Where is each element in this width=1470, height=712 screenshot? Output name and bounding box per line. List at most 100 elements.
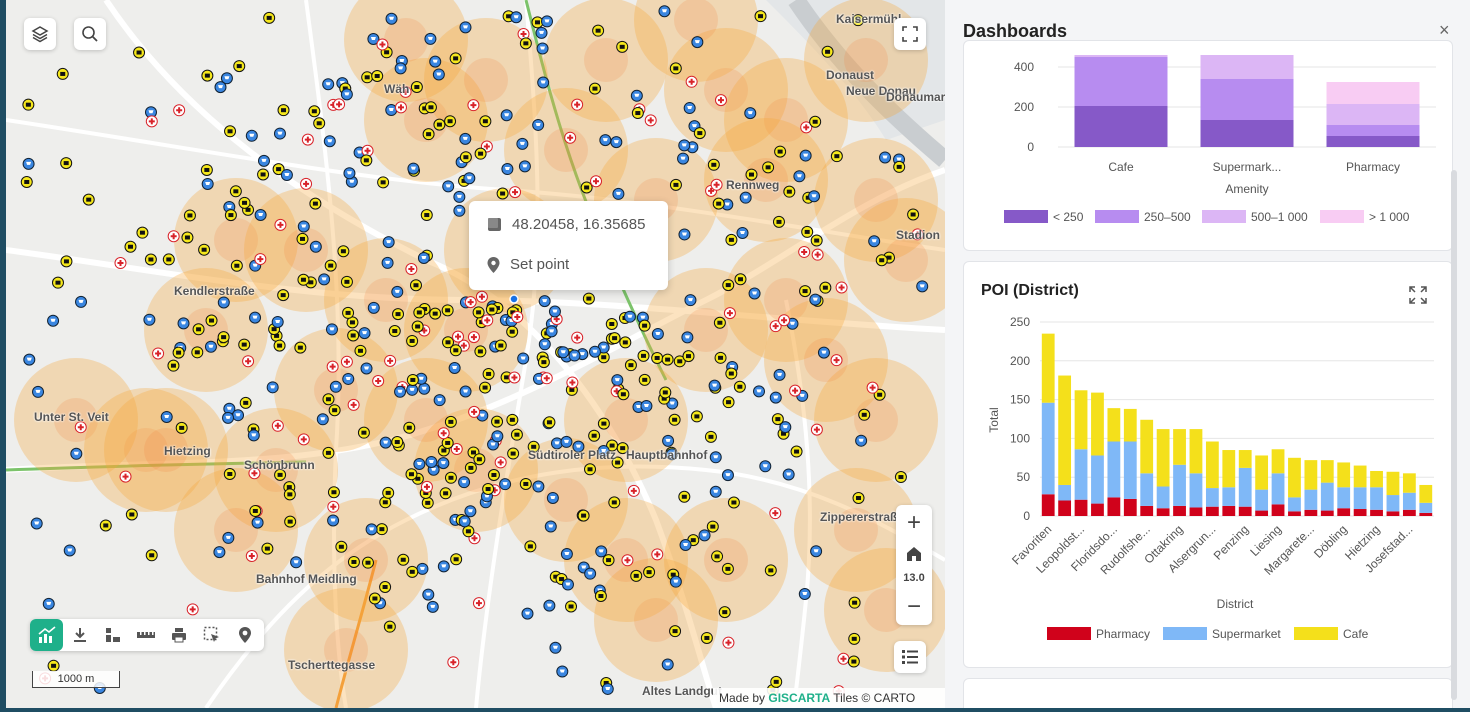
cafe-icon	[400, 557, 406, 562]
map-label: Bahnhof Meidling	[256, 572, 357, 586]
fullscreen-button[interactable]	[894, 18, 926, 50]
bar-segment	[1205, 506, 1219, 516]
cafe-icon	[166, 257, 172, 262]
legend-label: > 1 000	[1369, 210, 1410, 224]
search-button[interactable]	[74, 18, 106, 50]
cafe-icon	[725, 566, 731, 571]
cafe-icon	[523, 41, 529, 46]
cafe-icon	[814, 238, 820, 243]
cafe-icon	[494, 419, 500, 424]
map-label: Unter St. Veit	[34, 410, 109, 424]
cafe-icon	[509, 329, 515, 334]
cafe-icon	[856, 496, 862, 501]
cafe-icon	[482, 119, 488, 124]
layers-button[interactable]	[24, 18, 56, 50]
cafe-icon	[586, 296, 592, 301]
location-button[interactable]	[228, 619, 261, 651]
cafe-icon	[527, 544, 533, 549]
cafe-icon	[344, 279, 350, 284]
legend-swatch	[1320, 210, 1364, 223]
bar-segment	[1123, 408, 1137, 442]
bar-segment	[1074, 55, 1168, 57]
coordinates-text: 48.20458, 16.35685	[512, 216, 646, 233]
cafe-icon	[672, 417, 678, 422]
close-panel-button[interactable]: ×	[1439, 20, 1450, 41]
zoom-in-button[interactable]: +	[896, 509, 932, 537]
ruler-button[interactable]	[129, 619, 162, 651]
cafe-icon	[568, 604, 574, 609]
cafe-icon	[851, 636, 857, 641]
cafe-icon	[445, 440, 451, 445]
bar-segment	[1337, 487, 1351, 509]
cafe-icon	[711, 162, 717, 167]
cafe-icon	[136, 50, 142, 55]
coordinates-row[interactable]: 48.20458, 16.35685	[487, 216, 645, 233]
cafe-icon	[569, 387, 575, 392]
select-button[interactable]	[195, 619, 228, 651]
bar-segment	[1156, 486, 1170, 509]
x-tick-label: Pharmacy	[1346, 160, 1400, 174]
cafe-icon	[910, 212, 916, 217]
selected-point	[509, 294, 519, 304]
cafe-icon	[281, 108, 287, 113]
home-icon	[907, 547, 921, 561]
bar-segment	[1304, 489, 1318, 510]
cafe-icon	[380, 180, 386, 185]
cafe-icon	[765, 165, 771, 170]
print-button[interactable]	[162, 619, 195, 651]
cafe-icon	[103, 523, 109, 528]
bar-segment	[1074, 390, 1088, 450]
cafe-icon	[448, 419, 454, 424]
bar-segment	[1353, 509, 1367, 516]
download-button[interactable]	[63, 619, 96, 651]
bar-segment	[1123, 498, 1137, 516]
bar-segment	[1271, 473, 1285, 505]
set-point-row[interactable]: Set point	[487, 256, 569, 273]
cafe-icon	[620, 392, 626, 397]
dashboard-button[interactable]	[30, 619, 63, 651]
bar-segment	[1200, 55, 1294, 79]
cafe-icon	[504, 375, 510, 380]
bar-segment	[1288, 457, 1301, 498]
y-tick-label: 200	[1014, 100, 1034, 114]
cafe-icon	[633, 573, 639, 578]
cafe-icon	[350, 333, 356, 338]
y-tick-label: 100	[1010, 431, 1030, 445]
cafe-icon	[276, 167, 282, 172]
cafe-icon	[379, 527, 385, 532]
amenity-chart: 0 200 400 Cafe Supermark... Pharmacy Amenity < …	[1004, 55, 1436, 224]
cafe-icon	[363, 158, 369, 163]
cafe-icon	[221, 335, 227, 340]
poi-layer[interactable]	[6, 0, 945, 708]
home-button[interactable]	[896, 545, 932, 568]
cafe-icon	[673, 182, 679, 187]
brand-link[interactable]: GISCARTA	[768, 691, 830, 705]
legend-label: Pharmacy	[1096, 627, 1150, 641]
cafe-icon	[447, 119, 453, 124]
bar-segment	[1326, 136, 1420, 147]
zoom-out-button[interactable]: −	[896, 593, 932, 621]
cafe-icon	[287, 492, 293, 497]
cafe-icon	[345, 310, 351, 315]
cafe-icon	[776, 219, 782, 224]
panel-scrollbar[interactable]	[1451, 170, 1457, 700]
cafe-icon	[716, 201, 722, 206]
bar-segment	[1189, 507, 1203, 516]
cafe-icon	[851, 659, 857, 664]
cafe-icon	[690, 538, 696, 543]
bar-segment	[1271, 504, 1285, 516]
cafe-icon	[204, 73, 210, 78]
cafe-icon	[619, 44, 625, 49]
map-view[interactable]: Kaisermühl Donaust Neue Donau Wäh Kendlerstr…	[6, 0, 945, 708]
pipeline-button[interactable]	[96, 619, 129, 651]
cafe-icon	[234, 263, 240, 268]
cafe-icon	[476, 310, 482, 315]
legend-button[interactable]	[894, 641, 926, 673]
bar-segment	[1074, 499, 1088, 516]
cafe-icon	[486, 371, 492, 376]
cafe-icon	[852, 600, 858, 605]
cafe-icon	[665, 357, 671, 362]
bar-segment	[1222, 487, 1236, 506]
cafe-icon	[477, 349, 483, 354]
cafe-icon	[194, 350, 200, 355]
